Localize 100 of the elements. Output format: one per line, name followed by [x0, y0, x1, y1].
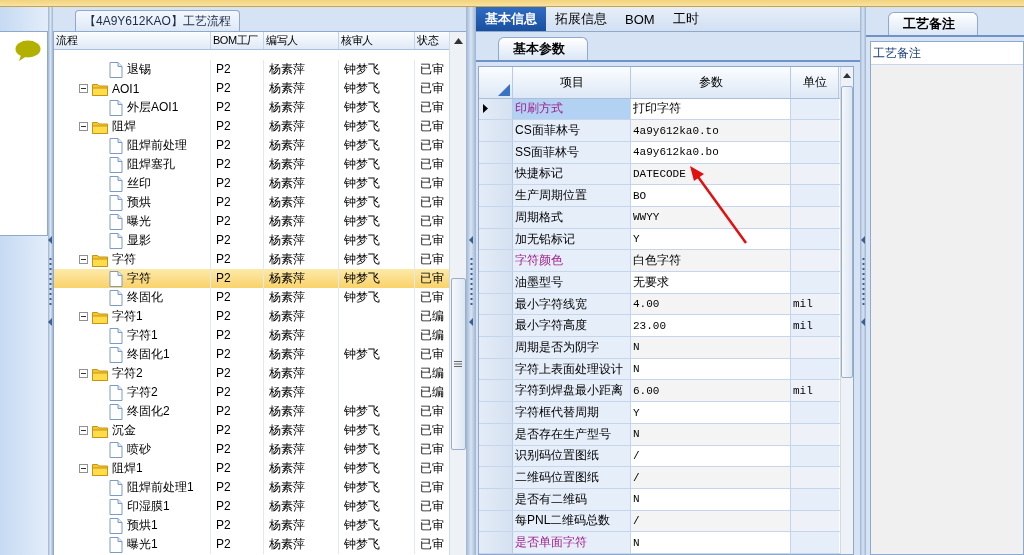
table-cell: 杨素萍: [264, 79, 339, 98]
table-cell: 杨素萍: [264, 516, 339, 535]
collapse-icon[interactable]: [79, 255, 88, 264]
collapse-icon[interactable]: [79, 369, 88, 378]
table-cell: P2: [211, 440, 264, 459]
table-cell: 钟梦飞: [339, 60, 415, 79]
parameter-name: 生产周期位置: [513, 185, 631, 206]
collapse-icon[interactable]: [79, 312, 88, 321]
tab[interactable]: 工艺备注: [888, 12, 978, 35]
parameter-value: 4a9y612ka0.bo: [631, 141, 791, 163]
splitter-grip-icon[interactable]: [468, 236, 474, 326]
parameter-value: BO: [631, 185, 791, 206]
folder-icon: [92, 119, 108, 134]
table-cell: 钟梦飞: [339, 459, 415, 478]
collapse-icon[interactable]: [79, 84, 88, 93]
step-name: 阻焊塞孔: [127, 156, 175, 173]
tree-row[interactable]: 字符 P2 杨素萍 钟梦飞 已审: [54, 269, 449, 288]
table-cell: 钟梦飞: [339, 478, 415, 497]
document-icon: [109, 175, 123, 192]
parameter-name: 是否存在生产型号: [513, 423, 631, 445]
parameter-name: 周期是否为阴字: [513, 337, 631, 358]
table-cell: 杨素萍: [264, 326, 339, 345]
collapse-icon[interactable]: [79, 426, 88, 435]
parameter-value: 白色字符: [631, 250, 791, 272]
splitter-grip-icon[interactable]: [48, 236, 53, 326]
table-cell: 钟梦飞: [339, 117, 415, 136]
step-name: 字符1: [127, 327, 158, 344]
table-cell: P2: [211, 155, 264, 174]
notes-header: 工艺备注: [871, 42, 1023, 65]
splitter-grip-icon[interactable]: [860, 236, 866, 326]
table-cell: P2: [211, 117, 264, 136]
table-cell: 钟梦飞: [339, 440, 415, 459]
step-name: 字符1: [112, 308, 143, 325]
table-cell: 钟梦飞: [339, 79, 415, 98]
table-cell: 杨素萍: [264, 155, 339, 174]
table-cell: 杨素萍: [264, 440, 339, 459]
table-cell: P2: [211, 231, 264, 250]
speech-bubble-icon[interactable]: [15, 40, 41, 62]
column-header[interactable]: 编写人: [264, 32, 339, 49]
document-icon: [109, 517, 123, 534]
column-header[interactable]: 项目: [513, 67, 631, 98]
table-cell: 杨素萍: [264, 478, 339, 497]
tab[interactable]: BOM: [616, 7, 664, 31]
table-cell: 杨素萍: [264, 364, 339, 383]
table-cell: 钟梦飞: [339, 98, 415, 117]
scrollbar-thumb[interactable]: [450, 278, 466, 450]
step-name: 阻焊1: [112, 460, 143, 477]
column-header[interactable]: 核审人: [339, 32, 415, 49]
table-cell: 钟梦飞: [339, 269, 415, 288]
table-cell: P2: [211, 383, 264, 402]
table-cell: 杨素萍: [264, 402, 339, 421]
table-cell: P2: [211, 307, 264, 326]
step-name: 曝光: [127, 213, 151, 230]
table-cell: 杨素萍: [264, 174, 339, 193]
table-cell: P2: [211, 269, 264, 288]
table-cell: P2: [211, 98, 264, 117]
parameter-value: N: [631, 358, 791, 380]
column-header[interactable]: 单位: [791, 67, 839, 98]
parameter-name: 字符框代替周期: [513, 402, 631, 423]
parameter-value: Y: [631, 402, 791, 423]
step-name: 预烘: [127, 194, 151, 211]
table-cell: P2: [211, 459, 264, 478]
table-cell: 杨素萍: [264, 60, 339, 79]
table-cell: 杨素萍: [264, 288, 339, 307]
table-cell: 杨素萍: [264, 497, 339, 516]
unit-cell: mil: [791, 380, 839, 402]
collapse-icon[interactable]: [79, 464, 88, 473]
table-cell: P2: [211, 326, 264, 345]
collapse-icon[interactable]: [79, 122, 88, 131]
scroll-up-icon[interactable]: [453, 38, 463, 44]
parameter-value: 23.00: [631, 315, 791, 337]
column-header[interactable]: BOM工厂: [211, 32, 264, 49]
parameter-name: SS面菲林号: [513, 141, 631, 163]
step-name: 字符: [127, 270, 151, 287]
document-icon: [109, 270, 123, 287]
step-name: 喷砂: [127, 441, 151, 458]
table-cell: P2: [211, 364, 264, 383]
column-header[interactable]: 流程: [54, 32, 211, 49]
unit-cell: mil: [791, 315, 839, 337]
column-header[interactable]: 参数: [631, 67, 791, 98]
table-cell: 钟梦飞: [339, 193, 415, 212]
scroll-up-icon[interactable]: [843, 73, 851, 78]
parameter-name: 每PNL二维码总数: [513, 510, 631, 532]
row-header[interactable]: [479, 98, 513, 120]
corner-triangle-icon: [498, 83, 510, 96]
parameter-name: 周期格式: [513, 207, 631, 228]
document-icon: [109, 137, 123, 154]
tab[interactable]: 拓展信息: [546, 7, 616, 31]
tab[interactable]: 基本参数: [498, 37, 588, 60]
step-name: 阻焊前处理1: [127, 479, 194, 496]
scrollbar-thumb[interactable]: [841, 86, 853, 378]
step-name: 丝印: [127, 175, 151, 192]
document-icon: [109, 61, 123, 78]
tab[interactable]: 基本信息: [476, 7, 546, 31]
tab[interactable]: 工时: [663, 7, 708, 31]
document-icon: [109, 346, 123, 363]
table-cell: 杨素萍: [264, 212, 339, 231]
step-name: 终固化2: [127, 403, 170, 420]
folder-icon: [92, 423, 108, 438]
document-icon: [109, 213, 123, 230]
